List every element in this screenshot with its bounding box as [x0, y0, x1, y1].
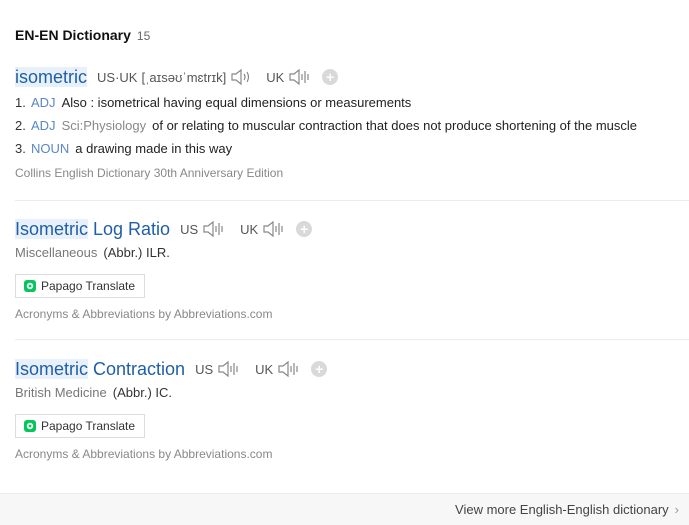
definition-domain: Sci:Physiology: [61, 118, 147, 133]
divider: [15, 200, 689, 201]
speaker-uk-icon[interactable]: [262, 220, 286, 238]
abbreviation: (Abbr.) ILR.: [103, 245, 170, 260]
dictionary-title: EN-EN Dictionary: [15, 27, 131, 43]
category-label: Miscellaneous: [15, 245, 98, 260]
papago-translate-button[interactable]: Papago Translate: [15, 274, 146, 298]
papago-translate-button[interactable]: Papago Translate: [15, 414, 146, 438]
papago-label: Papago Translate: [41, 419, 136, 433]
speaker-icon[interactable]: [230, 68, 252, 86]
part-of-speech: NOUN: [31, 141, 70, 156]
definition-text: Also : isometrical having equal dimensio…: [61, 95, 412, 110]
abbr-row: Miscellaneous (Abbr.) ILR.: [15, 245, 689, 267]
entry-source: Acronyms & Abbreviations by Abbreviation…: [15, 307, 273, 321]
category-label: British Medicine: [15, 385, 107, 400]
add-wordbook-icon[interactable]: +: [296, 221, 313, 237]
us-uk-label: US·UK: [97, 69, 138, 85]
view-more-label: View more English-English dictionary: [455, 502, 669, 517]
part-of-speech: ADJ: [31, 95, 56, 110]
definition-text: of or relating to muscular contraction t…: [152, 118, 637, 133]
speaker-us-icon[interactable]: [202, 220, 226, 238]
uk-label: UK: [240, 221, 259, 237]
chevron-right-icon: ›: [674, 502, 679, 517]
entry-source: Acronyms & Abbreviations by Abbreviation…: [15, 447, 273, 461]
speaker-us-icon[interactable]: [217, 360, 241, 378]
speaker-uk-icon[interactable]: [288, 68, 312, 86]
definition-text: a drawing made in this way: [75, 141, 233, 156]
entry-isometric-log-ratio: Isometric Log Ratio US UK + Miscellaneou…: [15, 217, 689, 321]
entry-isometric: isometric US·UK [ˌaɪsəʊˈmɛtrɪk] UK + 1. …: [15, 65, 689, 180]
view-more-link[interactable]: View more English-English dictionary ›: [455, 502, 679, 517]
entry-word[interactable]: Isometric Log Ratio: [15, 218, 170, 240]
definition-row: 3. NOUN a drawing made in this way: [15, 141, 233, 156]
pronunciation: [ˌaɪsəʊˈmɛtrɪk]: [141, 69, 227, 85]
us-label: US: [180, 221, 199, 237]
dictionary-header: EN-EN Dictionary 15: [15, 27, 150, 47]
definition-row: 1. ADJ Also : isometrical having equal d…: [15, 95, 412, 110]
add-wordbook-icon[interactable]: +: [311, 361, 328, 377]
abbreviation: (Abbr.) IC.: [112, 385, 173, 400]
entry-source: Collins English Dictionary 30th Annivers…: [15, 166, 284, 180]
papago-icon: [24, 280, 36, 292]
papago-label: Papago Translate: [41, 279, 136, 293]
part-of-speech: ADJ: [31, 118, 56, 133]
uk-label: UK: [266, 69, 285, 85]
uk-label: UK: [255, 361, 274, 377]
speaker-uk-icon[interactable]: [277, 360, 301, 378]
entry-word[interactable]: isometric: [15, 66, 88, 88]
footer-bar: View more English-English dictionary ›: [0, 493, 689, 525]
papago-icon: [24, 420, 36, 432]
result-count: 15: [136, 29, 151, 43]
divider: [15, 339, 689, 340]
entry-word[interactable]: Isometric Contraction: [15, 358, 185, 380]
definition-row: 2. ADJ Sci:Physiology of or relating to …: [15, 118, 637, 133]
us-label: US: [195, 361, 214, 377]
entry-isometric-contraction: Isometric Contraction US UK + British Me…: [15, 357, 689, 461]
abbr-row: British Medicine (Abbr.) IC.: [15, 385, 689, 407]
add-wordbook-icon[interactable]: +: [322, 69, 339, 85]
